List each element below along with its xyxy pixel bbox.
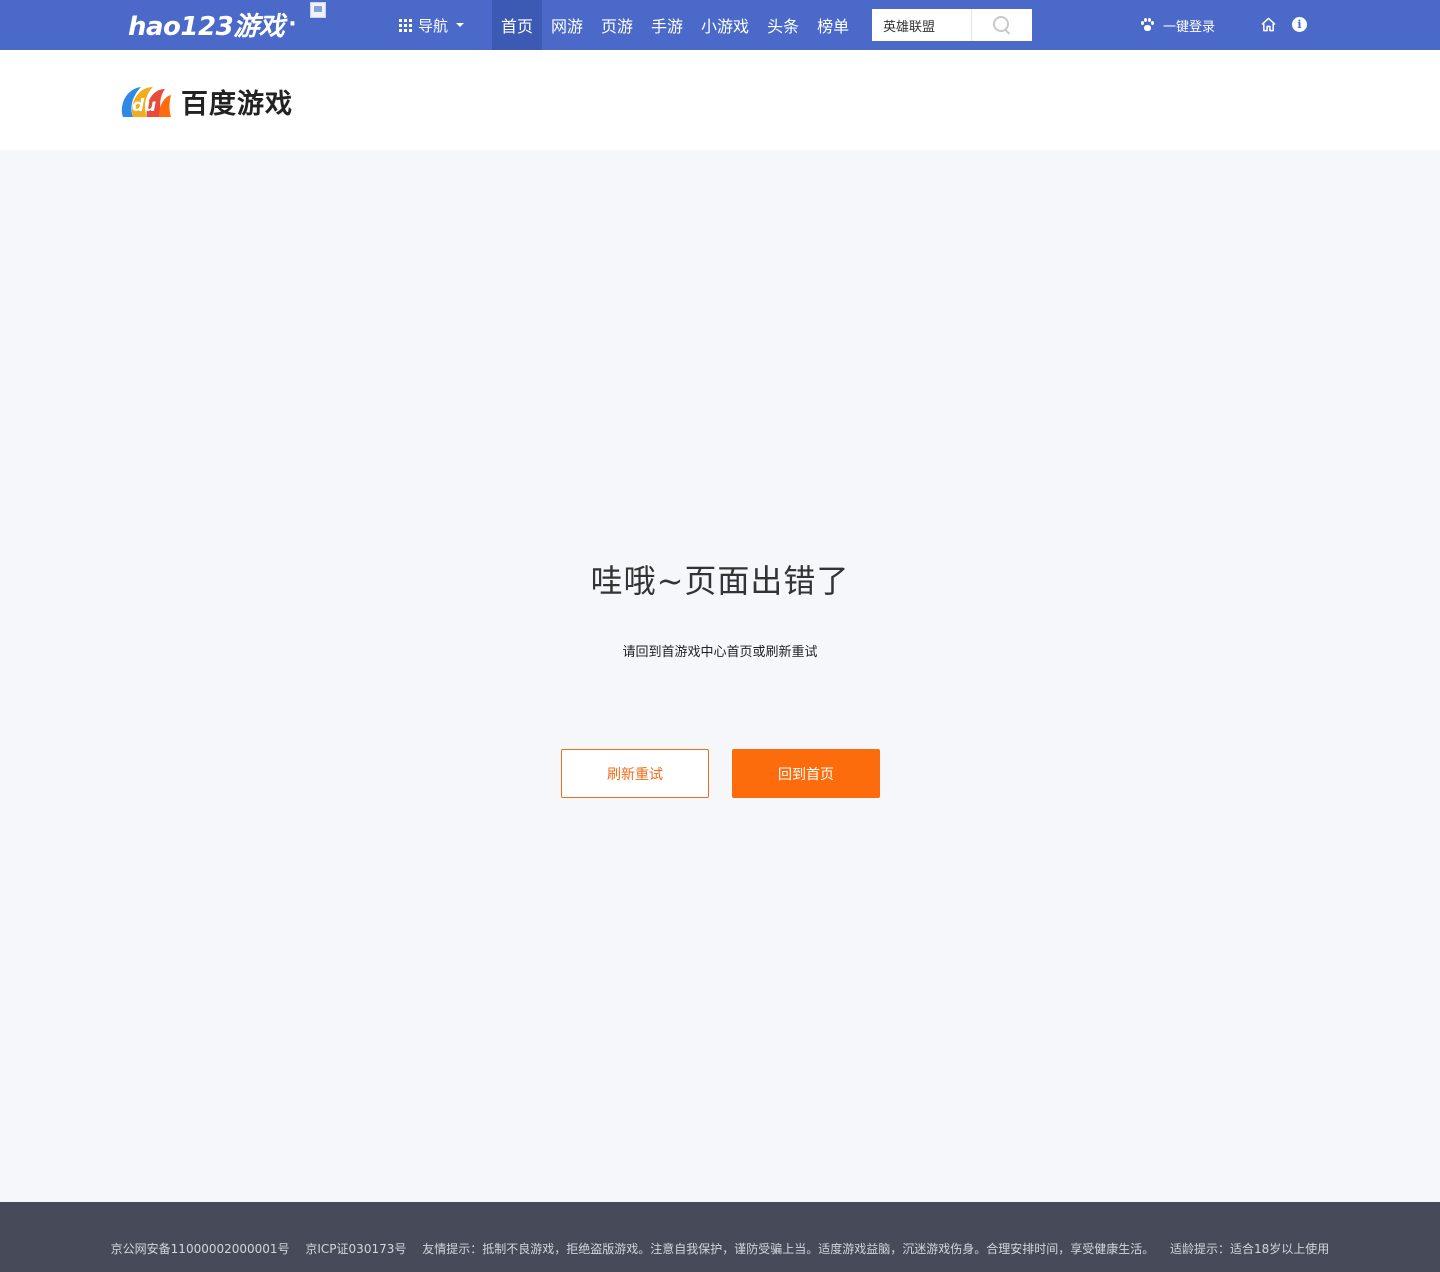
hao123-logo[interactable]: hao123游戏 · [128, 4, 297, 44]
site-footer: 京公网安备11000002000001号 京ICP证030173号 友情提示：抵… [0, 1202, 1440, 1272]
menu-item-web-games[interactable]: 页游 [592, 0, 642, 50]
age-tip: 适龄提示：适合18岁以上使用 [1170, 1242, 1330, 1256]
menu-item-headlines[interactable]: 头条 [758, 0, 808, 50]
search-button[interactable] [972, 9, 1032, 41]
info-icon[interactable]: i [1292, 17, 1307, 32]
search-input[interactable] [872, 9, 972, 41]
login-label: 一键登录 [1163, 19, 1216, 35]
brand-dot: · [288, 11, 297, 37]
police-record-link[interactable]: 京公网安备11000002000001号 [111, 1242, 290, 1256]
menu-item-mini-games[interactable]: 小游戏 [692, 0, 758, 50]
top-navigation-bar: hao123游戏 · 导航 首页 网游 页游 手游 小游戏 头条 榜单 英雄联盟… [0, 0, 1440, 50]
baidu-games-logo-text: 百度游戏 [181, 89, 293, 120]
back-to-home-button[interactable]: 回到首页 [732, 749, 880, 798]
site-header: du 百度游戏 [0, 50, 1440, 150]
search-icon [993, 16, 1011, 34]
search-box [872, 9, 1032, 41]
broken-image-icon [310, 2, 326, 18]
brand-text: hao123游戏 [128, 11, 285, 42]
icp-link[interactable]: 京ICP证030173号 [305, 1242, 406, 1256]
paw-icon [1140, 18, 1154, 32]
friendly-tip: 友情提示：抵制不良游戏，拒绝盗版游戏。注意自我保护，谨防受骗上当。适度游戏益脑，… [422, 1242, 1155, 1256]
error-title: 哇哦~页面出错了 [590, 562, 850, 600]
logo-mark-letters: du [132, 96, 156, 116]
home-icon[interactable] [1261, 17, 1276, 32]
menu-item-rankings[interactable]: 榜单 [808, 0, 858, 50]
baidu-games-logo-mark: du [121, 86, 171, 117]
footer-info-line: 京公网安备11000002000001号 京ICP证030173号 友情提示：抵… [0, 1240, 1440, 1257]
menu-item-online-games[interactable]: 网游 [542, 0, 592, 50]
caret-down-icon [456, 23, 465, 27]
main-menu: 首页 网游 页游 手游 小游戏 头条 榜单 [492, 0, 858, 50]
grid-icon [399, 18, 412, 32]
refresh-retry-button[interactable]: 刷新重试 [561, 749, 709, 798]
error-subtitle: 请回到首游戏中心首页或刷新重试 [622, 645, 818, 660]
baidu-games-logo[interactable]: du 百度游戏 [119, 82, 293, 121]
navigation-label: 导航 [418, 16, 449, 35]
info-glyph: i [1297, 18, 1302, 31]
menu-item-home[interactable]: 首页 [492, 0, 542, 50]
one-click-login[interactable]: 一键登录 [1140, 0, 1215, 50]
navigation-dropdown[interactable]: 导航 [399, 0, 465, 50]
menu-item-mobile-games[interactable]: 手游 [642, 0, 692, 50]
